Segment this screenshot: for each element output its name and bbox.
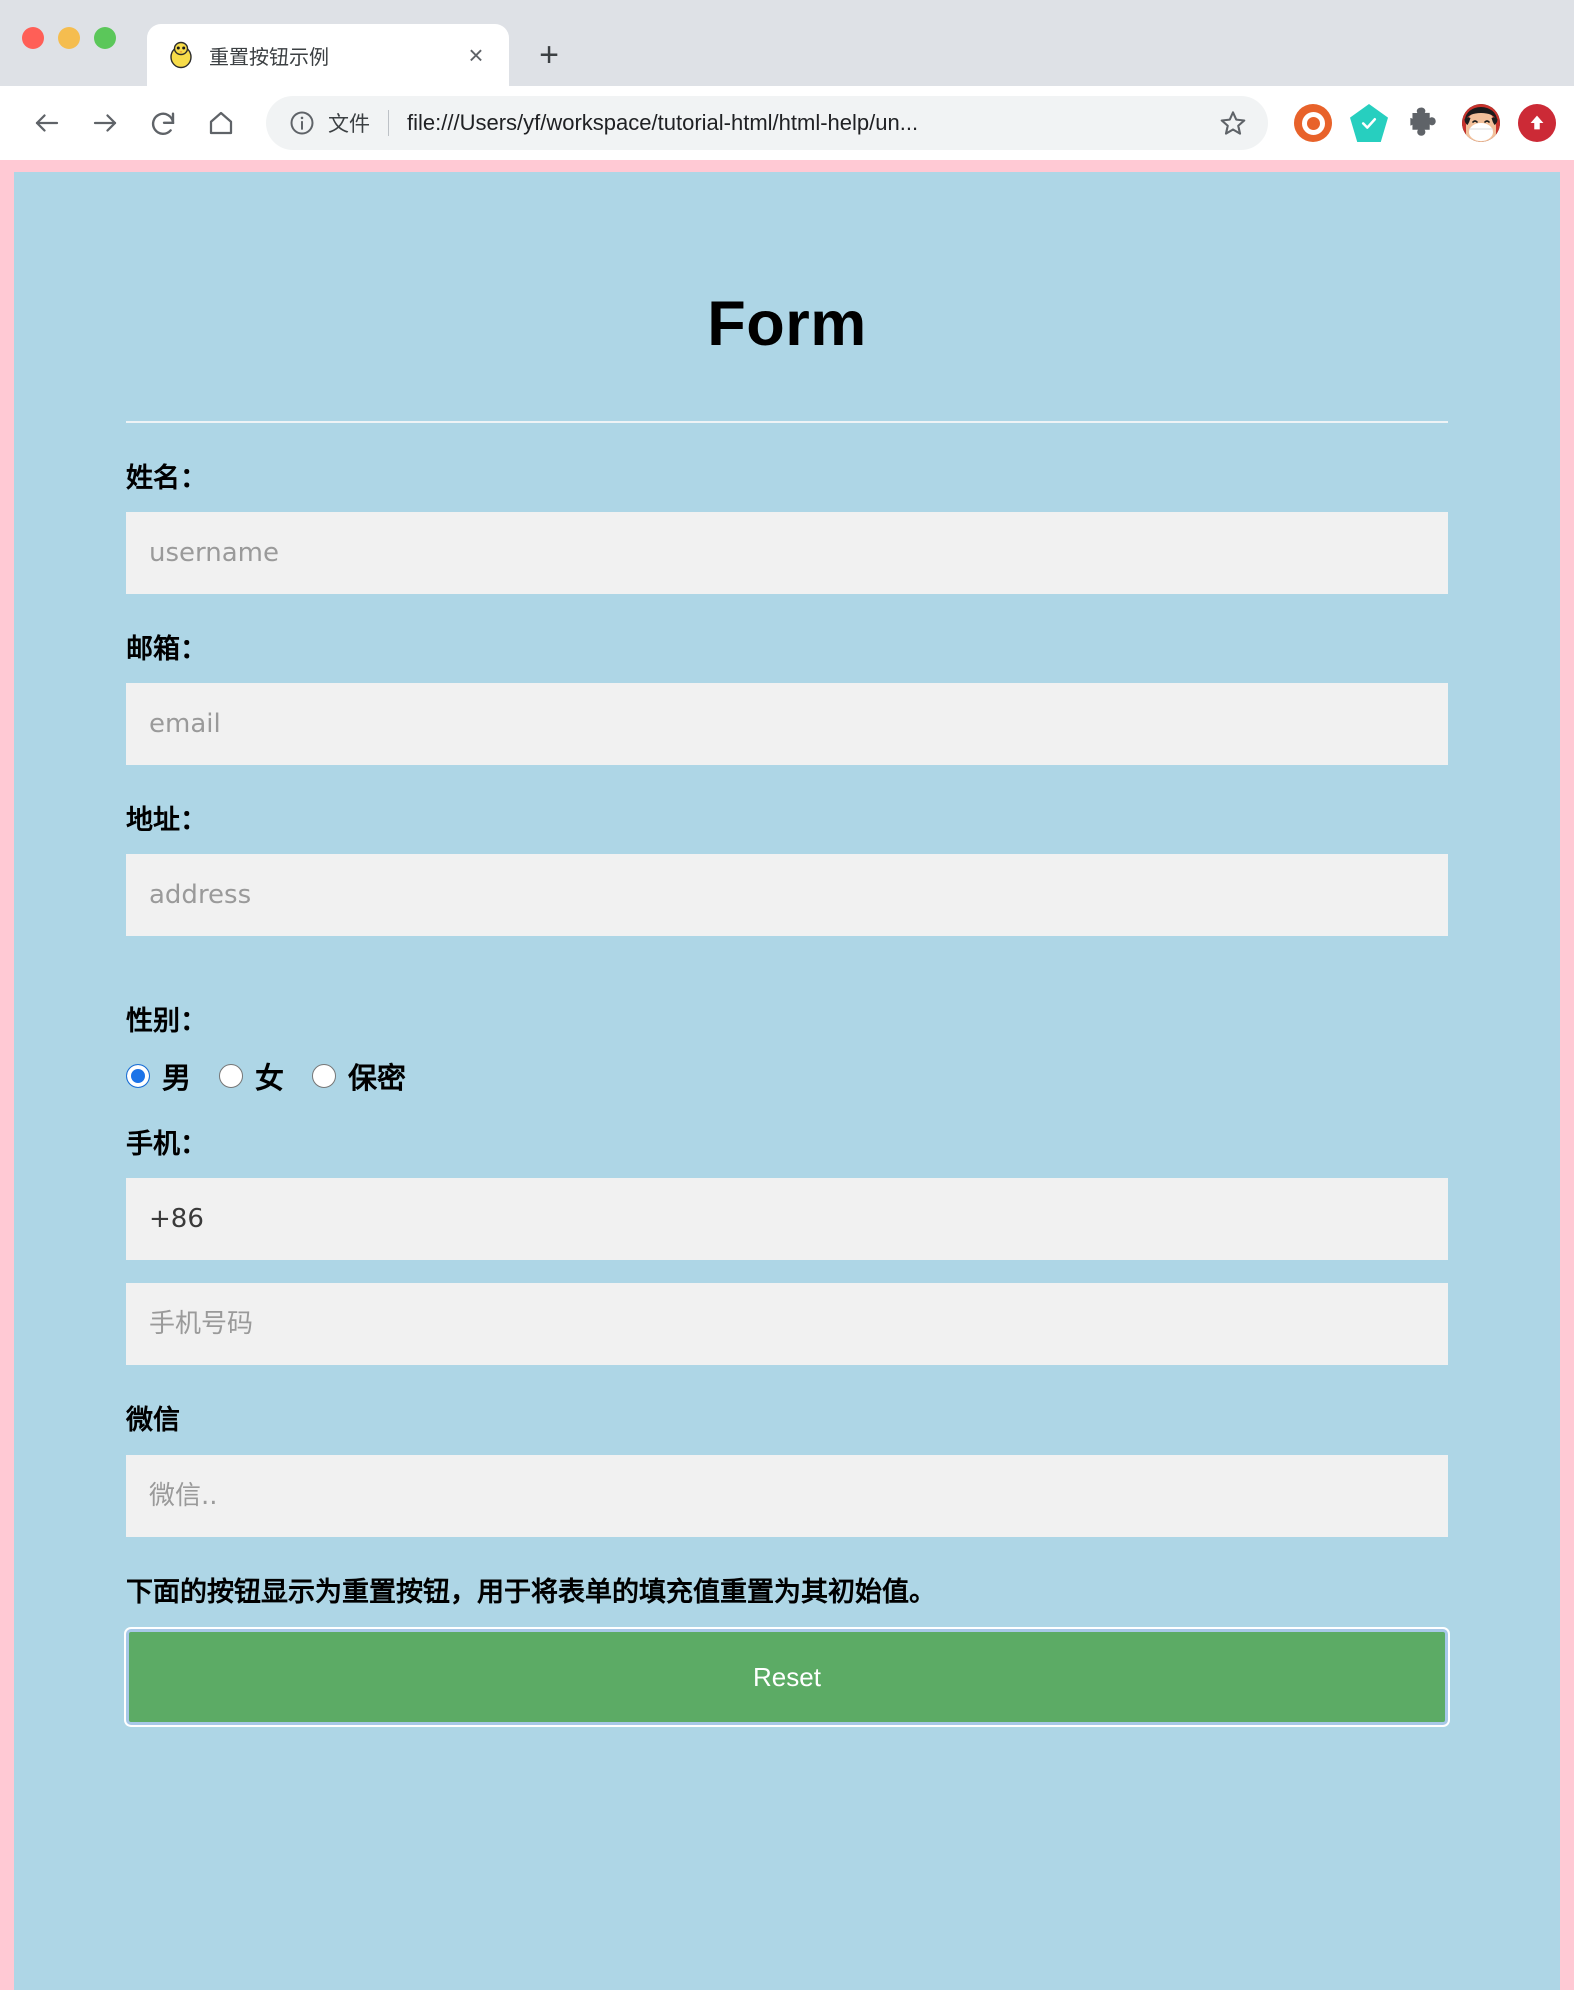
phone-spacer	[126, 1260, 1448, 1283]
username-label: 姓名：	[126, 463, 207, 494]
gender-label: 性别：	[126, 1006, 207, 1038]
profile-avatar-icon[interactable]	[1462, 104, 1500, 142]
title-divider	[126, 421, 1448, 423]
form-page: Form 姓名： 邮箱： 地址： 性别： 男	[14, 172, 1560, 1990]
bookmark-star-icon[interactable]	[1218, 108, 1248, 138]
home-icon[interactable]	[194, 96, 248, 150]
url-text[interactable]: file:///Users/yf/workspace/tutorial-html…	[407, 110, 1204, 136]
radio-icon-female[interactable]	[219, 1064, 244, 1089]
maximize-window-button[interactable]	[94, 27, 116, 49]
page-viewport: Form 姓名： 邮箱： 地址： 性别： 男	[0, 160, 1574, 1990]
form: 姓名： 邮箱： 地址： 性别： 男	[74, 461, 1500, 1727]
ubuntu-extension-icon[interactable]	[1294, 104, 1332, 142]
phone-label: 手机：	[126, 1129, 207, 1161]
address-bar[interactable]: 文件 file:///Users/yf/workspace/tutorial-h…	[266, 96, 1268, 150]
email-input[interactable]	[126, 683, 1448, 766]
close-window-button[interactable]	[22, 27, 44, 49]
radio-icon-secret[interactable]	[312, 1064, 337, 1089]
radio-icon-male[interactable]	[126, 1064, 150, 1089]
window-controls	[22, 27, 116, 49]
phone-country-code-input[interactable]	[126, 1178, 1448, 1261]
wechat-input[interactable]	[126, 1454, 1448, 1537]
tab-strip: 重置按钮示例 × +	[0, 0, 1574, 86]
forward-icon[interactable]	[78, 96, 132, 150]
gender-option-female-label: 女	[255, 1061, 285, 1096]
new-tab-button[interactable]: +	[523, 29, 575, 81]
back-icon[interactable]	[20, 96, 74, 150]
minimize-window-button[interactable]	[58, 27, 80, 49]
reload-icon[interactable]	[136, 96, 190, 150]
url-scheme-label: 文件	[328, 112, 370, 136]
chick-favicon-icon	[167, 41, 195, 69]
gender-option-male[interactable]: 男	[126, 1055, 191, 1097]
wechat-label: 微信	[126, 1405, 180, 1437]
phone-number-input[interactable]	[126, 1283, 1448, 1366]
site-info-icon[interactable]	[288, 109, 316, 137]
browser-toolbar: 文件 file:///Users/yf/workspace/tutorial-h…	[0, 86, 1574, 160]
username-input[interactable]	[126, 512, 1448, 595]
upload-extension-icon[interactable]	[1518, 104, 1556, 142]
page-title: Form	[707, 289, 867, 359]
tab-title: 重置按钮示例	[209, 44, 329, 69]
gender-option-secret-label: 保密	[348, 1061, 407, 1096]
gender-option-secret[interactable]: 保密	[312, 1055, 406, 1097]
reset-description: 下面的按钮显示为重置按钮，用于将表单的填充值重置为其初始值。	[126, 1576, 936, 1608]
puzzle-extensions-icon[interactable]	[1406, 104, 1444, 142]
address-label: 地址：	[126, 805, 207, 837]
browser-window: 重置按钮示例 × + 文件 file:///Users/yf/workspace…	[0, 0, 1574, 1990]
check-extension-icon[interactable]	[1350, 104, 1388, 142]
extension-icons	[1294, 104, 1556, 142]
browser-tab[interactable]: 重置按钮示例 ×	[147, 24, 509, 86]
reset-button[interactable]: Reset	[124, 1627, 1450, 1727]
gender-radio-group: 男 女 保密	[126, 1055, 1448, 1097]
omnibox-divider	[388, 110, 389, 136]
address-input[interactable]	[126, 854, 1448, 937]
email-label: 邮箱：	[126, 634, 207, 666]
gender-option-male-label: 男	[162, 1061, 192, 1096]
gender-option-female[interactable]: 女	[219, 1055, 284, 1097]
close-tab-icon[interactable]: ×	[459, 38, 493, 72]
